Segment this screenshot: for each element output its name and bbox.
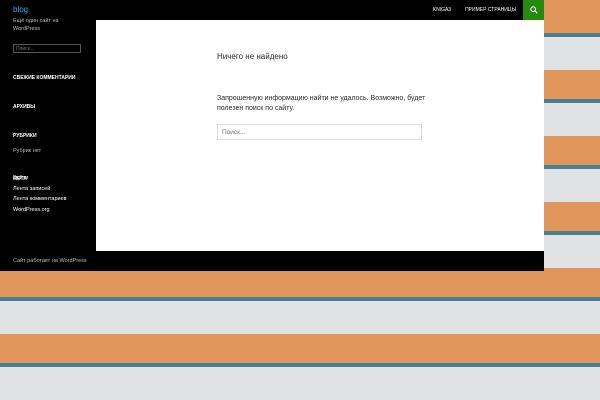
site-footer-credit[interactable]: Сайт работает на WordPress [13,258,87,264]
sidebar-search-input[interactable] [13,44,81,53]
main-content: Ничего не найдено Запрошенную информацию… [96,20,544,251]
search-toggle-button[interactable] [523,0,544,20]
widget-title-categories: Рубрики [13,133,37,139]
nav-item-kniga3[interactable]: KNIGA3 [426,0,458,20]
meta-link-wordpress-org[interactable]: WordPress.org [13,205,67,216]
widget-title-archives: Архивы [13,104,36,110]
meta-link-posts-feed[interactable]: Лента записей [13,184,67,195]
site-title-link[interactable]: blog [13,5,28,14]
primary-nav: KNIGA3 Пример страницы [426,0,544,20]
site-header: blog KNIGA3 Пример страницы [0,0,544,20]
widget-title-recent-comments: Свежие комментарии [13,75,76,81]
not-found-message: Запрошенную информацию найти не удалось.… [217,95,426,112]
nav-item-sample-page[interactable]: Пример страницы [458,0,523,20]
content-search-input[interactable] [217,124,422,140]
categories-empty-text: Рубрик нет [13,148,42,154]
site-tagline: Ещё один сайт на WordPress [13,18,59,32]
meta-link-comments-feed[interactable]: Лента комментариев [13,194,67,205]
search-icon [529,6,538,14]
meta-link-login[interactable]: Войти [13,173,67,184]
meta-links-list: Войти Лента записей Лента комментариев W… [13,173,67,215]
page-title: Ничего не найдено [217,52,288,61]
site-page: blog KNIGA3 Пример страницы Ещё один сай… [0,0,544,271]
